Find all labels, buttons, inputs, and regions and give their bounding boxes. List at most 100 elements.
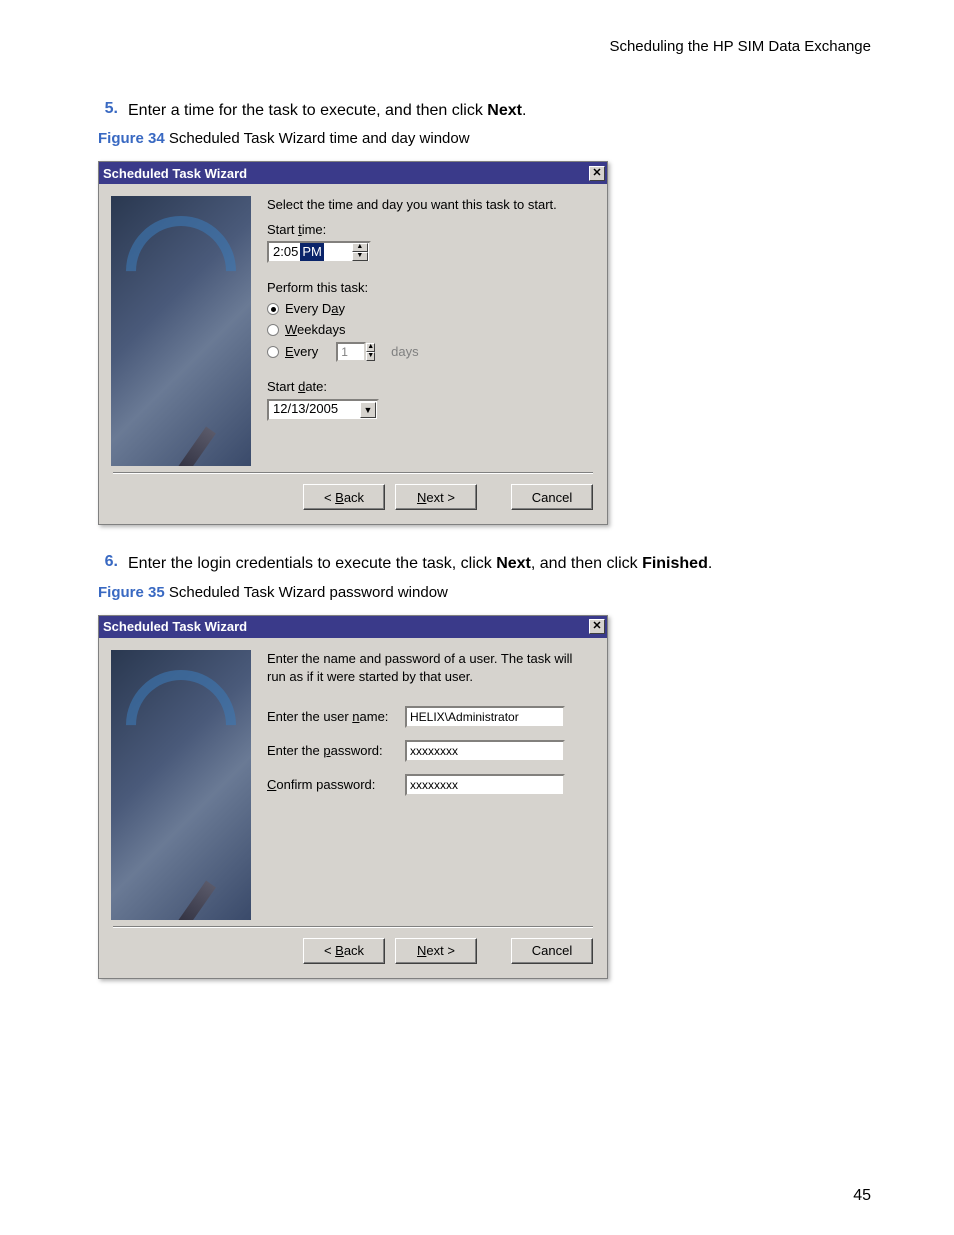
wizard-image <box>111 196 251 466</box>
next-button[interactable]: Next > <box>395 484 477 510</box>
cancel-button[interactable]: Cancel <box>511 484 593 510</box>
dialog-title: Scheduled Task Wizard <box>103 166 247 181</box>
underline: n <box>352 709 359 724</box>
text: Enter the login credentials to execute t… <box>128 555 496 572</box>
step-number: 5. <box>98 100 118 118</box>
text: onfirm password: <box>276 777 375 792</box>
radio-icon[interactable] <box>267 324 279 336</box>
radio-every-n-days[interactable]: Every ▲ ▼ days <box>267 342 593 362</box>
figure-text: Scheduled Task Wizard time and day windo… <box>165 130 470 147</box>
cancel-button[interactable]: Cancel <box>511 938 593 964</box>
figure-text: Scheduled Task Wizard password window <box>165 584 448 601</box>
step-number: 6. <box>98 553 118 571</box>
start-time-input[interactable]: 2:05 PM ▲ ▼ <box>267 241 371 263</box>
bold-next: Next <box>496 555 531 572</box>
radio-every-day[interactable]: Every Day <box>267 300 593 318</box>
underline: N <box>417 490 426 505</box>
close-icon[interactable]: ✕ <box>589 619 605 634</box>
underline: B <box>335 490 344 505</box>
figure-35-caption: Figure 35 Scheduled Task Wizard password… <box>98 584 871 601</box>
username-input[interactable] <box>405 706 565 728</box>
spin-up-icon[interactable]: ▲ <box>352 243 368 252</box>
text: . <box>708 555 712 572</box>
bold-next: Next <box>487 102 522 119</box>
radio-icon[interactable] <box>267 346 279 358</box>
time-value: 2:05 <box>273 243 298 261</box>
start-time-label: Start time: <box>267 221 593 239</box>
perform-task-label: Perform this task: <box>267 279 593 297</box>
text: ext > <box>426 943 455 958</box>
figure-label: Figure 34 <box>98 130 165 147</box>
text: ack <box>344 490 364 505</box>
underline: p <box>323 743 330 758</box>
page-header: Scheduling the HP SIM Data Exchange <box>83 38 871 55</box>
radio-weekdays[interactable]: Weekdays <box>267 321 593 339</box>
radio-label: Every Day <box>285 300 345 318</box>
underline: C <box>267 777 276 792</box>
text: ext > <box>426 490 455 505</box>
username-label: Enter the user name: <box>267 708 397 726</box>
underline: E <box>285 344 294 359</box>
back-button[interactable]: < Back <box>303 938 385 964</box>
text: < <box>324 490 335 505</box>
text: very <box>294 344 319 359</box>
dialog-body: Enter the name and password of a user. T… <box>99 638 607 926</box>
intro-text: Enter the name and password of a user. T… <box>267 650 577 686</box>
dialog-content: Enter the name and password of a user. T… <box>267 650 593 920</box>
page-number: 45 <box>853 1187 871 1205</box>
dialog-body: Select the time and day you want this ta… <box>99 184 607 472</box>
step-6: 6. Enter the login credentials to execut… <box>83 553 871 575</box>
figure-34-caption: Figure 34 Scheduled Task Wizard time and… <box>98 130 871 147</box>
spin-down-icon[interactable]: ▼ <box>352 252 368 261</box>
dialog-titlebar: Scheduled Task Wizard ✕ <box>99 616 607 638</box>
credentials-grid: Enter the user name: Enter the password:… <box>267 706 593 796</box>
text: Start <box>267 379 298 394</box>
every-days-input[interactable] <box>336 342 366 362</box>
dialog-title: Scheduled Task Wizard <box>103 619 247 634</box>
text: assword: <box>331 743 383 758</box>
start-date-label: Start date: <box>267 378 593 396</box>
time-spinner[interactable]: ▲ ▼ <box>352 243 368 261</box>
dialog-buttons: < Back Next > Cancel <box>99 474 607 524</box>
text: Enter the user <box>267 709 352 724</box>
figure-label: Figure 35 <box>98 584 165 601</box>
scheduled-task-wizard-time-dialog: Scheduled Task Wizard ✕ Select the time … <box>98 161 608 525</box>
dialog-content: Select the time and day you want this ta… <box>267 196 593 466</box>
text: , and then click <box>531 555 642 572</box>
spin-down-icon[interactable]: ▼ <box>366 352 375 361</box>
underline: W <box>285 322 297 337</box>
text: ame: <box>360 709 389 724</box>
dropdown-icon[interactable]: ▼ <box>360 402 376 418</box>
dialog-titlebar: Scheduled Task Wizard ✕ <box>99 162 607 184</box>
days-label: days <box>391 343 418 361</box>
radio-icon[interactable] <box>267 303 279 315</box>
close-icon[interactable]: ✕ <box>589 166 605 181</box>
text: ack <box>344 943 364 958</box>
text: . <box>522 102 526 119</box>
bold-finished: Finished <box>642 555 708 572</box>
step-text: Enter a time for the task to execute, an… <box>128 100 526 122</box>
confirm-password-label: Confirm password: <box>267 776 397 794</box>
start-date-input[interactable]: 12/13/2005 ▼ <box>267 399 379 421</box>
text: Enter a time for the task to execute, an… <box>128 102 487 119</box>
text: ate: <box>305 379 327 394</box>
underline: B <box>335 943 344 958</box>
scheduled-task-wizard-password-dialog: Scheduled Task Wizard ✕ Enter the name a… <box>98 615 608 979</box>
text: y <box>338 301 345 316</box>
intro-text: Select the time and day you want this ta… <box>267 196 593 214</box>
back-button[interactable]: < Back <box>303 484 385 510</box>
step-5: 5. Enter a time for the task to execute,… <box>83 100 871 122</box>
dialog-buttons: < Back Next > Cancel <box>99 928 607 978</box>
wizard-image <box>111 650 251 920</box>
days-spinner[interactable]: ▲ ▼ <box>366 343 375 361</box>
text: eekdays <box>297 322 345 337</box>
password-label: Enter the password: <box>267 742 397 760</box>
spin-up-icon[interactable]: ▲ <box>366 343 375 352</box>
step-text: Enter the login credentials to execute t… <box>128 553 712 575</box>
text: Enter the <box>267 743 323 758</box>
text: < <box>324 943 335 958</box>
password-input[interactable] <box>405 740 565 762</box>
text: Every D <box>285 301 331 316</box>
confirm-password-input[interactable] <box>405 774 565 796</box>
next-button[interactable]: Next > <box>395 938 477 964</box>
